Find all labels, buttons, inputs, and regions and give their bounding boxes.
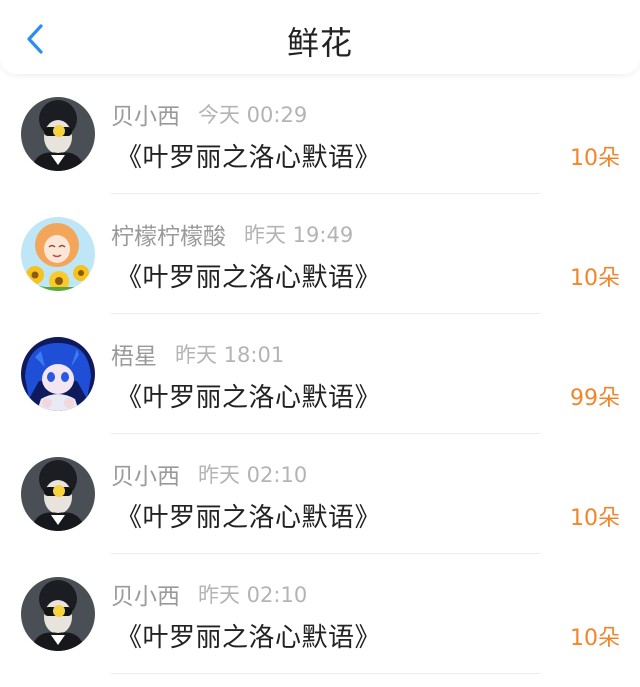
- divider: [111, 673, 541, 674]
- user-name[interactable]: 柠檬柠檬酸: [111, 217, 226, 251]
- item-meta: 梧星 昨天 18:01: [111, 338, 284, 370]
- flower-count: 10朵: [570, 506, 620, 531]
- flower-list: 贝小西 今天 00:29 《叶罗丽之洛心默语》 10朵 柠檬柠檬酸 昨天 19:…: [0, 74, 640, 674]
- gift-title: 《叶罗丽之洛心默语》: [116, 143, 382, 173]
- gift-title: 《叶罗丽之洛心默语》: [116, 623, 382, 653]
- avatar-dark-girl-image: [21, 97, 95, 171]
- flower-count: 10朵: [570, 626, 620, 651]
- timestamp: 昨天 02:10: [198, 583, 308, 607]
- avatar[interactable]: [21, 337, 95, 411]
- user-name[interactable]: 贝小西: [111, 457, 180, 491]
- user-name[interactable]: 贝小西: [111, 577, 180, 611]
- avatar[interactable]: [21, 577, 95, 651]
- avatar[interactable]: [21, 457, 95, 531]
- list-item[interactable]: 梧星 昨天 18:01 《叶罗丽之洛心默语》 99朵: [0, 314, 640, 434]
- avatar-dark-girl-image: [21, 577, 95, 651]
- flower-count: 10朵: [570, 266, 620, 291]
- avatar[interactable]: [21, 97, 95, 171]
- gift-title: 《叶罗丽之洛心默语》: [116, 263, 382, 293]
- page-title: 鲜花: [286, 24, 353, 62]
- flower-count: 10朵: [570, 146, 620, 171]
- item-meta: 贝小西 昨天 02:10: [111, 578, 307, 610]
- avatar-dark-girl-image: [21, 457, 95, 531]
- flower-count: 99朵: [570, 386, 620, 411]
- item-meta: 贝小西 今天 00:29: [111, 98, 307, 130]
- timestamp: 昨天 02:10: [198, 463, 308, 487]
- avatar[interactable]: [21, 217, 95, 291]
- avatar-sunflower-girl-image: [21, 217, 95, 291]
- list-item[interactable]: 贝小西 昨天 02:10 《叶罗丽之洛心默语》 10朵: [0, 554, 640, 674]
- gift-title: 《叶罗丽之洛心默语》: [116, 383, 382, 413]
- top-bar: 鲜花: [0, 0, 640, 74]
- timestamp: 今天 00:29: [198, 103, 308, 127]
- list-item[interactable]: 贝小西 昨天 02:10 《叶罗丽之洛心默语》 10朵: [0, 434, 640, 554]
- item-meta: 柠檬柠檬酸 昨天 19:49: [111, 218, 353, 250]
- timestamp: 昨天 19:49: [244, 223, 354, 247]
- timestamp: 昨天 18:01: [175, 343, 285, 367]
- gift-title: 《叶罗丽之洛心默语》: [116, 503, 382, 533]
- user-name[interactable]: 贝小西: [111, 97, 180, 131]
- list-item[interactable]: 柠檬柠檬酸 昨天 19:49 《叶罗丽之洛心默语》 10朵: [0, 194, 640, 314]
- avatar-blue-hair-image: [21, 337, 95, 411]
- list-item[interactable]: 贝小西 今天 00:29 《叶罗丽之洛心默语》 10朵: [0, 74, 640, 194]
- item-meta: 贝小西 昨天 02:10: [111, 458, 307, 490]
- user-name[interactable]: 梧星: [111, 337, 157, 371]
